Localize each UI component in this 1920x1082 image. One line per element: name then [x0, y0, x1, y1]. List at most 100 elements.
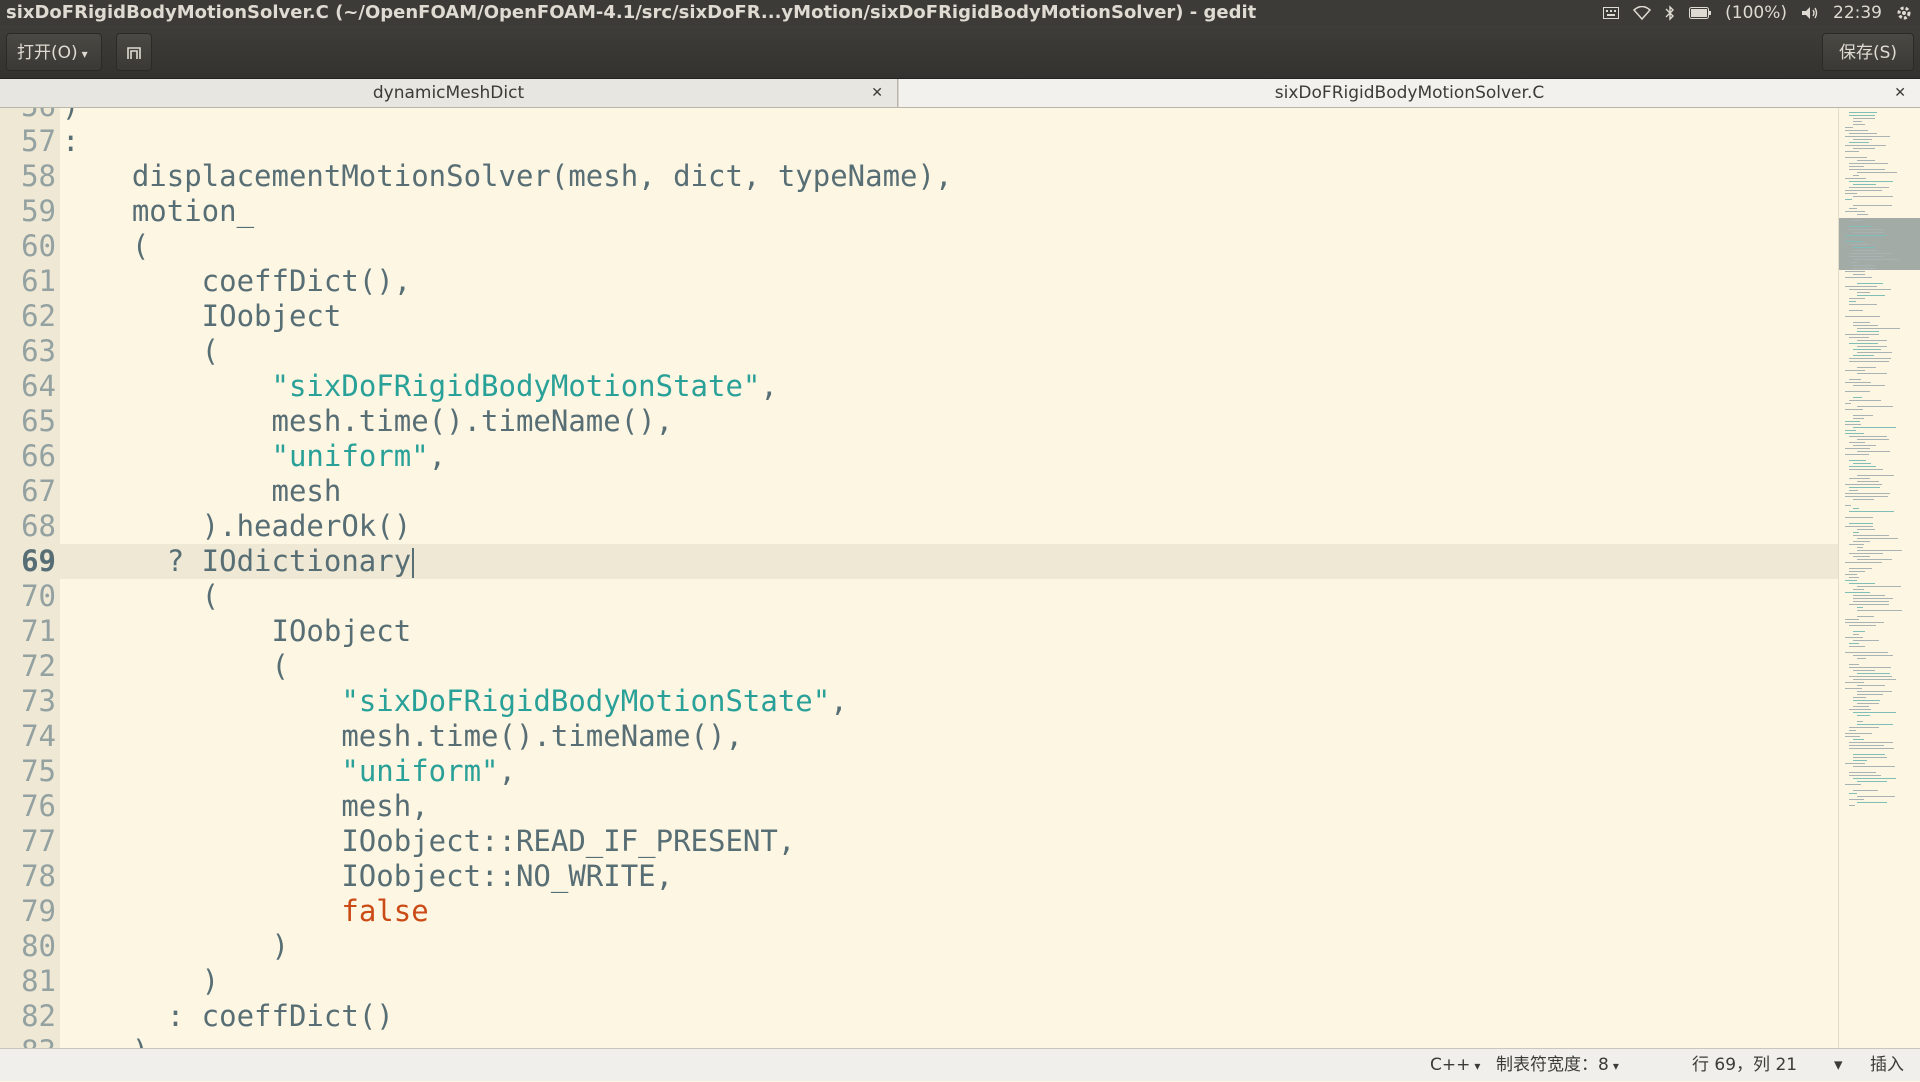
line-text[interactable]: mesh — [62, 474, 342, 509]
minimap-line — [1845, 403, 1851, 404]
line-text[interactable]: "sixDoFRigidBodyMotionState", — [62, 684, 847, 719]
line-text[interactable]: ( — [62, 649, 289, 684]
code-lines[interactable]: 56)57:58 displacementMotionSolver(mesh, … — [0, 108, 1838, 1048]
line-text[interactable]: ) — [62, 929, 289, 964]
code-line[interactable]: 61 coeffDict(), — [0, 264, 1838, 299]
code-line[interactable]: 62 IOobject — [0, 299, 1838, 334]
code-line[interactable]: 66 "uniform", — [0, 439, 1838, 474]
close-icon[interactable]: ✕ — [871, 79, 883, 107]
line-text[interactable]: false — [62, 894, 428, 929]
minimap-line — [1853, 499, 1874, 500]
new-document-button[interactable] — [116, 33, 152, 71]
tab-width-label: 制表符宽度：8 — [1496, 1055, 1609, 1075]
code-line[interactable]: 82 : coeffDict() — [0, 999, 1838, 1034]
document-minimap[interactable] — [1838, 108, 1920, 1048]
tab-sixdofrigidbodymotionsolver[interactable]: sixDoFRigidBodyMotionSolver.C ✕ — [899, 79, 1920, 107]
code-line[interactable]: 73 "sixDoFRigidBodyMotionState", — [0, 684, 1838, 719]
minimap-line — [1845, 382, 1871, 383]
line-text[interactable]: "uniform", — [62, 439, 447, 474]
minimap-line — [1853, 121, 1862, 122]
save-button[interactable]: 保存(S) — [1822, 33, 1914, 71]
wifi-icon[interactable] — [1633, 6, 1652, 20]
line-text[interactable]: ) — [62, 108, 79, 124]
line-text[interactable]: : coeffDict() — [62, 999, 394, 1034]
line-text[interactable]: mesh.time().timeName(), — [62, 404, 674, 439]
line-text[interactable]: ? IOdictionary — [62, 544, 415, 579]
clock[interactable]: 22:39 — [1833, 0, 1882, 26]
line-text[interactable]: motion_ — [62, 194, 254, 229]
line-text[interactable]: mesh, — [62, 789, 428, 824]
code-line[interactable]: 56) — [0, 108, 1838, 124]
code-line[interactable]: 72 ( — [0, 649, 1838, 684]
line-number: 62 — [21, 299, 56, 333]
code-line[interactable]: 69 ? IOdictionary — [0, 544, 1838, 579]
code-line[interactable]: 81 ) — [0, 964, 1838, 999]
line-text[interactable]: IOobject::NO_WRITE, — [62, 859, 673, 894]
line-text[interactable]: displacementMotionSolver(mesh, dict, typ… — [62, 159, 953, 194]
code-line[interactable]: 57: — [0, 124, 1838, 159]
code-line[interactable]: 60 ( — [0, 229, 1838, 264]
code-line[interactable]: 78 IOobject::NO_WRITE, — [0, 859, 1838, 894]
gear-icon[interactable] — [1896, 5, 1912, 21]
minimap-line — [1853, 556, 1870, 557]
code-line[interactable]: 68 ).headerOk() — [0, 509, 1838, 544]
keyboard-icon[interactable] — [1603, 7, 1620, 19]
line-text[interactable]: mesh.time().timeName(), — [62, 719, 743, 754]
minimap-line — [1849, 337, 1869, 338]
tab-width-selector[interactable]: 制表符宽度：8 ▾ — [1496, 1049, 1619, 1082]
minimap-line — [1857, 367, 1876, 368]
code-line[interactable]: 63 ( — [0, 334, 1838, 369]
code-line[interactable]: 64 "sixDoFRigidBodyMotionState", — [0, 369, 1838, 404]
code-line[interactable]: 83 ) — [0, 1034, 1838, 1048]
close-icon[interactable]: ✕ — [1894, 79, 1906, 107]
code-line[interactable]: 67 mesh — [0, 474, 1838, 509]
string-literal: "uniform" — [341, 754, 499, 788]
open-button[interactable]: 打开(O) ▾ — [6, 33, 102, 71]
code-line[interactable]: 80 ) — [0, 929, 1838, 964]
line-text[interactable]: ) — [62, 964, 219, 999]
line-text[interactable]: IOobject::READ_IF_PRESENT, — [62, 824, 795, 859]
line-text[interactable]: IOobject — [62, 299, 342, 334]
code-editor[interactable]: 56)57:58 displacementMotionSolver(mesh, … — [0, 108, 1838, 1048]
code-line[interactable]: 59 motion_ — [0, 194, 1838, 229]
minimap-line — [1845, 190, 1882, 191]
code-line[interactable]: 75 "uniform", — [0, 754, 1838, 789]
code-line[interactable]: 74 mesh.time().timeName(), — [0, 719, 1838, 754]
line-text[interactable]: coeffDict(), — [62, 264, 412, 299]
code-line[interactable]: 58 displacementMotionSolver(mesh, dict, … — [0, 159, 1838, 194]
line-text[interactable]: "uniform", — [62, 754, 516, 789]
line-text[interactable]: ( — [62, 579, 219, 614]
line-text[interactable]: IOobject — [62, 614, 412, 649]
line-text[interactable]: ).headerOk() — [62, 509, 412, 544]
window-titlebar: sixDoFRigidBodyMotionSolver.C (~/OpenFOA… — [0, 0, 1920, 26]
minimap-line — [1845, 127, 1853, 128]
code-line[interactable]: 71 IOobject — [0, 614, 1838, 649]
code-token: , — [428, 439, 447, 473]
code-line[interactable]: 76 mesh, — [0, 789, 1838, 824]
chevron-down-icon[interactable]: ▾ — [1834, 1049, 1843, 1081]
minimap-line — [1857, 616, 1874, 617]
code-line[interactable]: 79 false — [0, 894, 1838, 929]
code-line[interactable]: 70 ( — [0, 579, 1838, 614]
code-token: ) — [62, 929, 289, 963]
line-text[interactable]: ) — [62, 1034, 149, 1048]
minimap-line — [1857, 607, 1863, 608]
line-text[interactable]: "sixDoFRigidBodyMotionState", — [62, 369, 778, 404]
volume-icon[interactable] — [1801, 6, 1819, 20]
tab-dynamicmeshdict[interactable]: dynamicMeshDict ✕ — [0, 79, 898, 107]
minimap-line — [1849, 646, 1865, 647]
line-text[interactable]: : — [62, 124, 79, 159]
code-line[interactable]: 77 IOobject::READ_IF_PRESENT, — [0, 824, 1838, 859]
minimap-line — [1845, 391, 1870, 392]
minimap-line — [1849, 133, 1877, 134]
minimap-line — [1853, 445, 1876, 446]
language-selector[interactable]: C++ ▾ — [1430, 1049, 1480, 1082]
minimap-line — [1845, 682, 1864, 683]
code-line[interactable]: 65 mesh.time().timeName(), — [0, 404, 1838, 439]
line-text[interactable]: ( — [62, 334, 219, 369]
minimap-line — [1853, 205, 1892, 206]
battery-icon[interactable] — [1689, 7, 1712, 19]
bluetooth-icon[interactable] — [1665, 5, 1675, 21]
line-text[interactable]: ( — [62, 229, 149, 264]
minimap-line — [1845, 619, 1859, 620]
